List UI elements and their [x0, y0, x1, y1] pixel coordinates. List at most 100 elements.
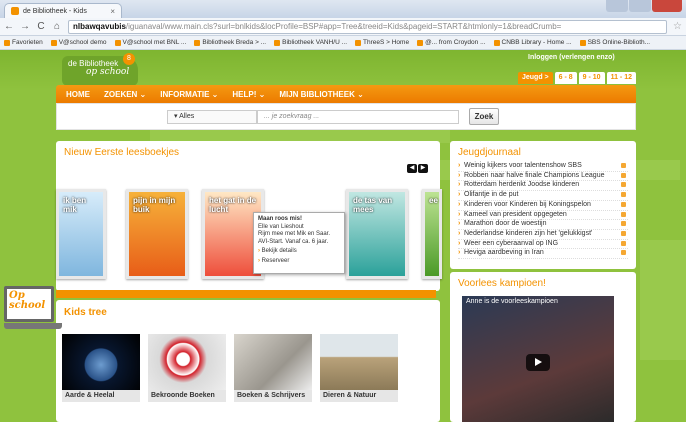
- earth-image: [62, 334, 140, 390]
- book-cover[interactable]: ik ben mik: [56, 189, 106, 279]
- page-icon: [417, 39, 424, 46]
- book-popup: Maan roos mis! Elle van Lieshout Rijm me…: [253, 212, 345, 274]
- tab-6-8[interactable]: 6 - 8: [554, 72, 577, 84]
- category-tile[interactable]: Boeken & Schrijvers: [234, 334, 312, 406]
- address-bar: ← → C ⌂ nlbawqavubis/iguanaval/www.main.…: [0, 18, 686, 36]
- forward-arrow-icon[interactable]: →: [20, 21, 30, 32]
- new-books-panel: Nieuw Eerste leesboekjes ◀ ▶ ik ben mik …: [56, 141, 442, 291]
- journal-panel: Jeugdjournaal Weinig kijkers voor talent…: [450, 141, 636, 269]
- book-cover[interactable]: pijn in mijn buik: [126, 189, 188, 279]
- search-bar: ▾ Alles ... je zoekvraag ... Zoek: [56, 103, 636, 130]
- favicon-icon: [11, 7, 19, 15]
- maximize-button[interactable]: [629, 0, 651, 12]
- play-button-icon[interactable]: [526, 354, 550, 371]
- tab-jeugd[interactable]: Jeugd >: [518, 72, 553, 84]
- bookmark-item[interactable]: Favorieten: [4, 39, 43, 46]
- page-icon: [493, 39, 500, 46]
- browser-tab[interactable]: de Bibliotheek - Kids ×: [4, 3, 122, 18]
- popup-description: Rijm mee met Mik en Saar. AVI-Start. Van…: [258, 231, 331, 245]
- minimize-button[interactable]: [606, 0, 628, 12]
- video-player[interactable]: Anne is de voorleeskampioen: [462, 296, 614, 422]
- news-item[interactable]: Weinig kijkers voor talentenshow SBS: [458, 162, 628, 172]
- bookmark-item[interactable]: SBS Online-Biblioth...: [579, 39, 650, 46]
- laptop-illustration: Op school: [4, 286, 62, 338]
- reserve-link[interactable]: Reserveer: [258, 258, 340, 266]
- site-logo[interactable]: de Bibliotheek op school 8: [62, 53, 138, 86]
- book-cover[interactable]: de tas van mees: [346, 189, 408, 279]
- age-tabs: Jeugd > 6 - 8 9 - 10 11 - 12: [518, 72, 636, 84]
- nav-zoeken[interactable]: ZOEKEN ⌄: [104, 90, 146, 99]
- tab-9-10[interactable]: 9 - 10: [578, 72, 605, 84]
- url-input[interactable]: nlbawqavubis/iguanaval/www.main.cls?surl…: [68, 19, 668, 34]
- category-tile[interactable]: Dieren & Natuur: [320, 334, 398, 406]
- nav-help[interactable]: HELP! ⌄: [232, 90, 265, 99]
- news-item[interactable]: Heviga aardbeving in Iran: [458, 249, 628, 260]
- logo-badge: 8: [123, 53, 135, 65]
- news-item[interactable]: Olifantje in de put: [458, 191, 628, 201]
- category-tile[interactable]: Bekroonde Boeken: [148, 334, 226, 406]
- category-tile[interactable]: Aarde & Heelal: [62, 334, 140, 406]
- page-icon: [579, 39, 586, 46]
- nav-informatie[interactable]: INFORMATIE ⌄: [160, 90, 218, 99]
- folder-icon: [4, 39, 10, 46]
- news-item[interactable]: Nederlandse kinderen zijn het 'gelukkigs…: [458, 230, 628, 240]
- video-title: Anne is de voorleeskampioen: [466, 298, 558, 305]
- popup-author: Elle van Lieshout: [258, 223, 304, 230]
- page-icon: [50, 39, 57, 46]
- news-item[interactable]: Rotterdam herdenkt Joodse kinderen: [458, 181, 628, 192]
- url-host: nlbawqavubis: [73, 21, 126, 31]
- video-panel-title: Voorlees kampioen!: [458, 278, 546, 289]
- zebras-image: [320, 334, 398, 390]
- close-window-button[interactable]: [652, 0, 682, 12]
- laptop-screen-text: Op school: [4, 286, 54, 322]
- bookmark-item[interactable]: ThreeS > Home: [355, 39, 409, 46]
- tab-title: de Bibliotheek - Kids: [23, 7, 87, 15]
- url-path: /iguanaval/www.main.cls?surl=bnlkids&loc…: [125, 21, 562, 31]
- back-arrow-icon[interactable]: ←: [4, 21, 14, 32]
- book-cover[interactable]: ee: [422, 189, 442, 279]
- bookshelf-decoration: [640, 240, 686, 360]
- bookmark-item[interactable]: V@school met BNL ...: [114, 39, 186, 46]
- bookmark-item[interactable]: Bibliotheek Breda > ...: [194, 39, 266, 46]
- tab-11-12[interactable]: 11 - 12: [606, 72, 636, 84]
- search-category-select[interactable]: ▾ Alles: [167, 110, 257, 124]
- news-item[interactable]: Weer een cyberaanval op ING: [458, 240, 628, 250]
- kids-tree-title: Kids tree: [64, 307, 107, 318]
- ribbon-image: [148, 334, 226, 390]
- news-item[interactable]: Marathon door de woestijn: [458, 220, 628, 230]
- main-navigation: HOME ZOEKEN ⌄ INFORMATIE ⌄ HELP! ⌄ MIJN …: [56, 85, 636, 103]
- logo-subtext: op school: [86, 67, 130, 77]
- book-carousel: ik ben mik pijn in mijn buik het gat in …: [56, 189, 442, 289]
- nav-mijn-bibliotheek[interactable]: MIJN BIBLIOTHEEK ⌄: [279, 90, 363, 99]
- divider-bar: [56, 290, 436, 298]
- close-tab-icon[interactable]: ×: [110, 7, 115, 16]
- nav-home[interactable]: HOME: [66, 90, 90, 99]
- kids-tree-panel: Kids tree Aarde & Heelal Bekroonde Boeke…: [56, 300, 440, 422]
- page: de Bibliotheek op school 8 Inloggen (ver…: [0, 50, 686, 422]
- bookmark-item[interactable]: CNBB Library - Home ...: [493, 39, 572, 46]
- view-details-link[interactable]: Bekijk details: [258, 248, 340, 256]
- carousel-arrows: ◀ ▶: [407, 164, 428, 173]
- search-input[interactable]: ... je zoekvraag ...: [257, 110, 459, 124]
- prev-arrow-icon[interactable]: ◀: [407, 164, 417, 173]
- bookmark-item[interactable]: V@school demo: [50, 39, 107, 46]
- panel-title: Nieuw Eerste leesboekjes: [64, 147, 180, 158]
- news-item[interactable]: Robben naar halve finale Champions Leagu…: [458, 172, 628, 182]
- home-icon[interactable]: ⌂: [52, 21, 62, 32]
- page-icon: [274, 39, 281, 46]
- news-item[interactable]: Kinderen voor Kinderen bij Koningspelon: [458, 201, 628, 211]
- reload-icon[interactable]: C: [36, 21, 46, 32]
- bookmark-item[interactable]: Bibliotheek VANH/U ...: [274, 39, 347, 46]
- bookmark-item[interactable]: @... from Croydon ...: [417, 39, 486, 46]
- news-item[interactable]: Kameel van president opgegeten: [458, 211, 628, 221]
- page-icon: [114, 39, 121, 46]
- journal-title: Jeugdjournaal: [458, 147, 521, 158]
- login-link[interactable]: Inloggen (verlengen enzo): [528, 54, 615, 61]
- next-arrow-icon[interactable]: ▶: [418, 164, 428, 173]
- search-button[interactable]: Zoek: [469, 108, 499, 125]
- news-list: Weinig kijkers voor talentenshow SBS Rob…: [450, 158, 636, 260]
- window-controls: [606, 0, 682, 12]
- page-icon: [355, 39, 362, 46]
- bookmark-star-icon[interactable]: ☆: [673, 21, 682, 32]
- video-panel: Voorlees kampioen! Anne is de voorleeska…: [450, 272, 636, 422]
